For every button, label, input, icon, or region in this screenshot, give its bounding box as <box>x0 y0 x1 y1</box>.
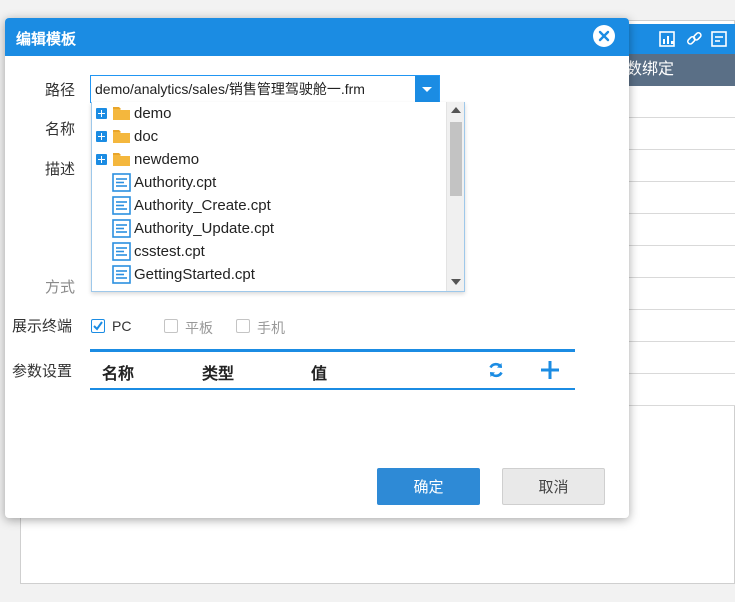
settings-form-icon[interactable] <box>710 29 730 49</box>
background-row <box>620 278 735 310</box>
tree-item-label: doc <box>134 128 159 145</box>
tree-item-label: Authority_Update.cpt <box>134 220 275 237</box>
params-label: 参数设置 <box>12 363 73 380</box>
path-field <box>90 75 440 103</box>
background-row <box>620 342 735 374</box>
close-icon <box>598 30 610 42</box>
close-button[interactable] <box>593 25 615 47</box>
checkbox-pc[interactable] <box>91 319 105 333</box>
edit-template-dialog: 编辑模板 路径 名称 描述 方式 展示终端 参数设置 demo doc <box>5 18 629 518</box>
refresh-icon <box>489 362 503 378</box>
expand-icon[interactable] <box>96 131 107 142</box>
description-label: 描述 <box>45 161 76 178</box>
path-input[interactable] <box>95 78 413 100</box>
refresh-button[interactable] <box>487 361 505 382</box>
name-label: 名称 <box>45 121 76 138</box>
background-row <box>620 150 735 182</box>
tree-item-label: GettingStarted.cpt <box>134 266 255 283</box>
mode-label: 方式 <box>45 279 76 296</box>
tree-item[interactable]: csstest.cpt <box>92 240 444 263</box>
path-label: 路径 <box>45 82 76 99</box>
tree-item-label: csstest.cpt <box>134 243 205 260</box>
param-col-value: 值 <box>311 366 328 383</box>
folder-icon <box>113 130 130 143</box>
tree-item[interactable]: newdemo <box>92 148 444 171</box>
tree-item[interactable]: demo <box>92 102 444 125</box>
background-toolbar <box>620 24 735 54</box>
tree-item-label: Authority_Create.cpt <box>134 197 271 214</box>
plus-icon <box>541 361 559 379</box>
terminals-label: 展示终端 <box>12 318 73 335</box>
link-icon[interactable] <box>684 29 704 49</box>
param-col-name: 名称 <box>102 366 135 383</box>
background-column-header: 数绑定 <box>620 54 735 86</box>
background-row <box>620 214 735 246</box>
folder-icon <box>113 107 130 120</box>
tree-item[interactable]: Authority_Create.cpt <box>92 194 444 217</box>
tree-scrollbar[interactable] <box>446 102 464 291</box>
checkmark-icon <box>93 321 103 331</box>
checkbox-label-phone: 手机 <box>257 320 285 336</box>
chart-icon[interactable] <box>658 29 678 49</box>
background-row <box>620 182 735 214</box>
confirm-button[interactable]: 确定 <box>377 468 480 505</box>
path-tree-dropdown: demo doc newdemo Authority.cpt Authority… <box>91 102 465 292</box>
scroll-thumb[interactable] <box>450 122 462 196</box>
tree-item[interactable]: doc <box>92 125 444 148</box>
add-param-button[interactable] <box>540 360 560 383</box>
chevron-down-icon <box>422 87 432 92</box>
checkbox-label-tablet: 平板 <box>185 320 213 336</box>
background-row <box>620 310 735 342</box>
folder-icon <box>113 153 130 166</box>
expand-icon[interactable] <box>96 108 107 119</box>
checkbox-label-pc: PC <box>112 318 132 334</box>
checkbox-tablet[interactable] <box>164 319 178 333</box>
param-col-type: 类型 <box>202 366 235 383</box>
cancel-button[interactable]: 取消 <box>502 468 605 505</box>
dialog-header: 编辑模板 <box>5 18 629 56</box>
tree-item-label: demo <box>134 105 172 122</box>
report-file-icon <box>112 242 131 261</box>
checkbox-phone[interactable] <box>236 319 250 333</box>
background-row <box>620 118 735 150</box>
scroll-down-arrow-icon[interactable] <box>451 279 461 285</box>
tree-item-label: Authority.cpt <box>134 174 217 191</box>
report-file-icon <box>112 173 131 192</box>
path-dropdown-button[interactable] <box>415 76 439 102</box>
expand-icon[interactable] <box>96 154 107 165</box>
tree-item[interactable]: Authority_Update.cpt <box>92 217 444 240</box>
tree-item[interactable]: Authority.cpt <box>92 171 444 194</box>
background-row <box>620 86 735 118</box>
background-row <box>620 246 735 278</box>
param-table-header: 名称 类型 值 <box>90 349 575 390</box>
scroll-up-arrow-icon[interactable] <box>451 107 461 113</box>
tree-item[interactable]: GettingStarted.cpt <box>92 263 444 286</box>
background-row <box>620 374 735 406</box>
report-file-icon <box>112 196 131 215</box>
report-file-icon <box>112 265 131 284</box>
dialog-title: 编辑模板 <box>16 31 77 48</box>
tree-item-label: newdemo <box>134 151 200 168</box>
report-file-icon <box>112 219 131 238</box>
